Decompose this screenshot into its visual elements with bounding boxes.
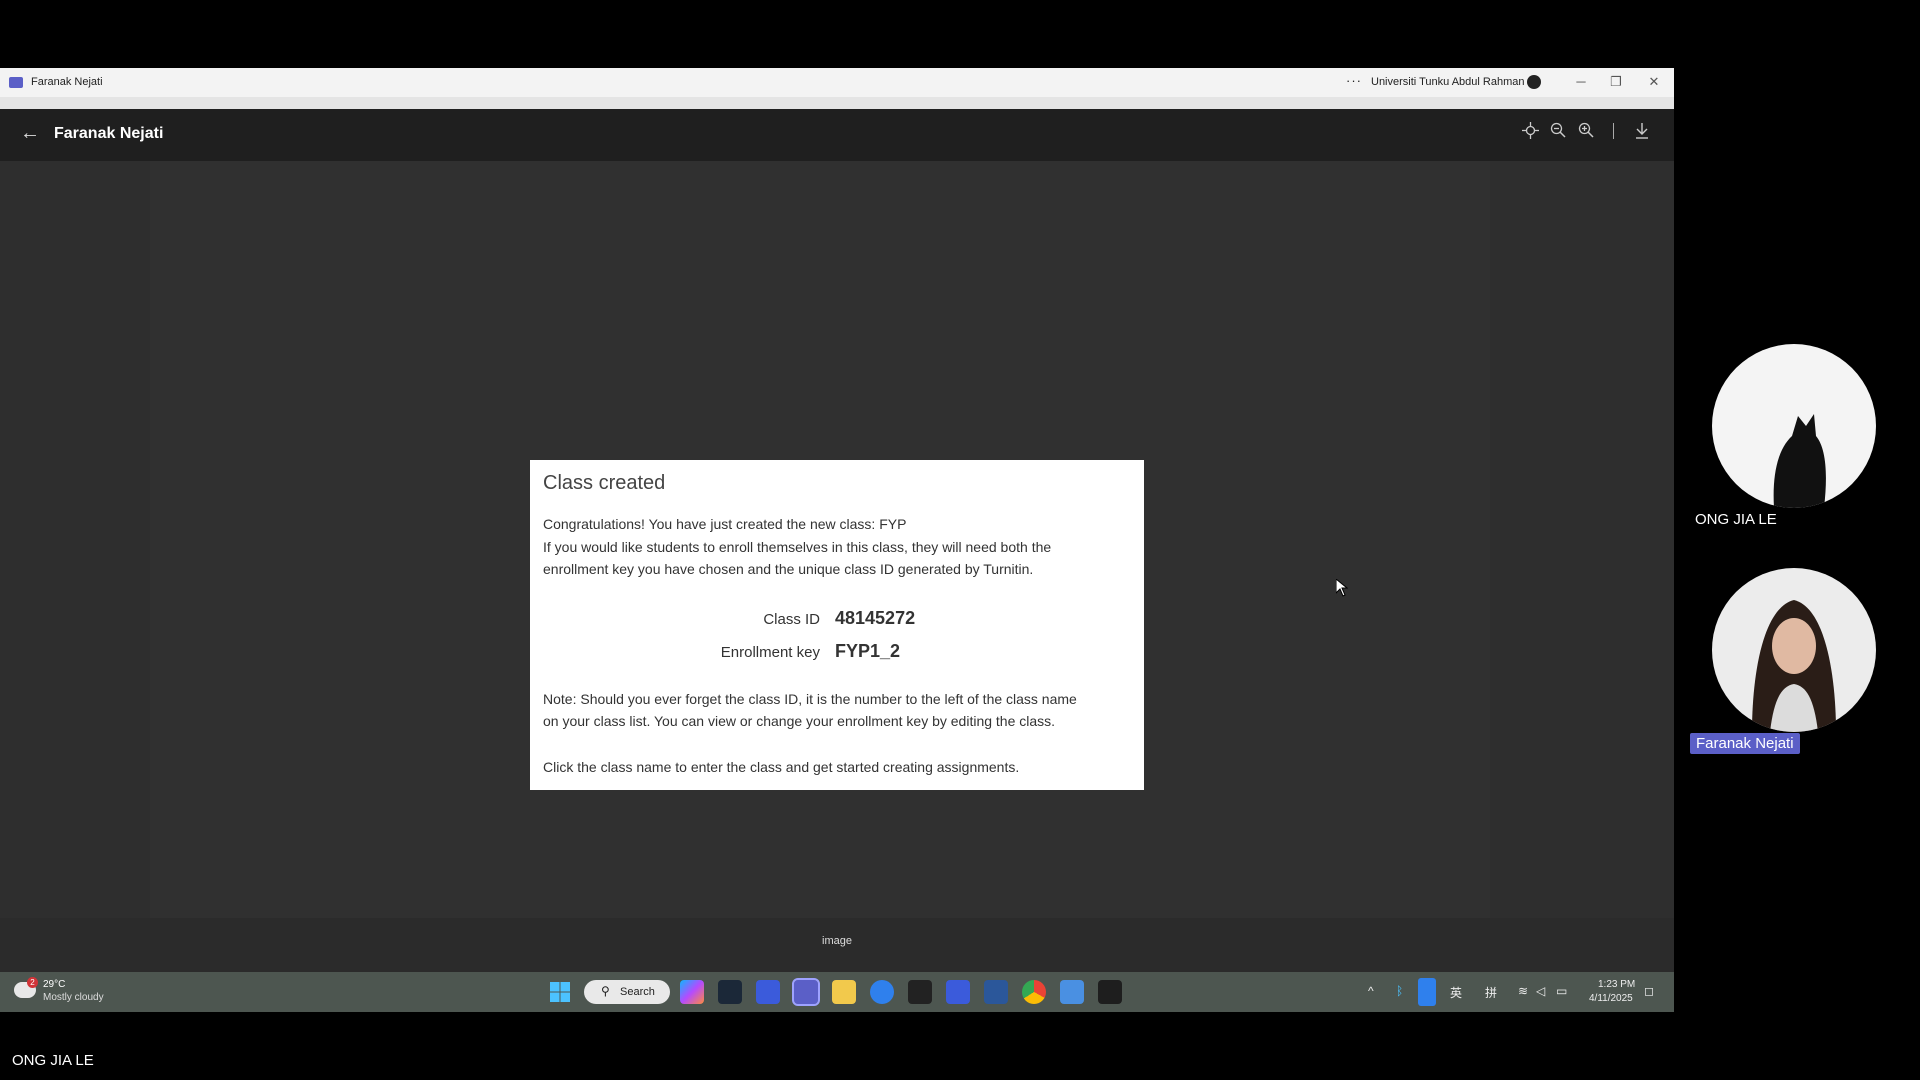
app-store-icon[interactable]	[870, 980, 894, 1004]
game-app-icon[interactable]	[946, 980, 970, 1004]
search-icon: ⚲	[601, 984, 610, 998]
dialog-title: Class created	[543, 472, 666, 494]
note-line-1: Note: Should you ever forget the class I…	[543, 691, 1077, 707]
image-caption: image	[822, 935, 852, 947]
enroll-info-line-2: enrollment key you have chosen and the u…	[543, 561, 1034, 577]
note-line-2: on your class list. You can view or chan…	[543, 713, 1056, 729]
teams-app-icon	[9, 77, 23, 88]
clock-date[interactable]: 4/11/2025	[1589, 993, 1633, 1004]
word-icon[interactable]	[984, 980, 1008, 1004]
congrats-text: Congratulations! You have just created t…	[543, 516, 907, 532]
minimize-button[interactable]: ─	[1567, 72, 1595, 92]
notification-banner	[0, 97, 1674, 109]
chrome-icon[interactable]	[1022, 980, 1046, 1004]
terminal-icon[interactable]	[1098, 980, 1122, 1004]
participant-avatar-faranak-nejati	[1712, 568, 1876, 732]
participant-avatar-ong-jia-le	[1712, 344, 1876, 508]
weather-condition[interactable]: Mostly cloudy	[43, 992, 104, 1003]
shared-screen: Faranak Nejati ··· Universiti Tunku Abdu…	[0, 68, 1674, 1012]
enrollment-key-label: Enrollment key	[720, 644, 820, 661]
close-button[interactable]: ✕	[1640, 72, 1668, 92]
download-icon[interactable]	[1634, 122, 1650, 144]
wifi-icon[interactable]: ≋	[1518, 984, 1528, 998]
taskbar-search[interactable]: ⚲ Search	[584, 980, 670, 1004]
clock-time[interactable]: 1:23 PM	[1598, 979, 1635, 990]
self-view-name: ONG JIA LE	[12, 1052, 94, 1069]
ime-language[interactable]: 英	[1450, 984, 1462, 1001]
volume-icon[interactable]: ◁	[1536, 984, 1545, 998]
participant-name-2: Faranak Nejati	[1690, 733, 1800, 754]
enroll-info-line-1: If you would like students to enroll the…	[543, 539, 1052, 555]
class-created-dialog: Class created Congratulations! You have …	[530, 460, 1144, 790]
call-to-action-text: Click the class name to enter the class …	[543, 759, 1020, 775]
organization-name[interactable]: Universiti Tunku Abdul Rahman	[1371, 76, 1524, 88]
enrollment-key-value: FYP1_2	[835, 641, 901, 661]
participant-name-1: ONG JIA LE	[1695, 511, 1777, 528]
microphone-icon[interactable]	[1418, 978, 1436, 1006]
windows-taskbar: 2 29°C Mostly cloudy ⚲ Search ^ ᛒ 英 拼 ≋ …	[0, 972, 1674, 1012]
recenter-icon[interactable]	[1522, 122, 1539, 144]
ime-mode[interactable]: 拼	[1485, 984, 1497, 1001]
class-id-value: 48145272	[835, 608, 916, 628]
notepad-icon[interactable]	[1060, 980, 1084, 1004]
game-launcher-icon[interactable]	[756, 980, 780, 1004]
copilot-icon[interactable]	[680, 980, 704, 1004]
zoom-out-icon[interactable]	[1550, 122, 1566, 143]
start-windows-icon[interactable]	[548, 980, 572, 1004]
search-label: Search	[620, 986, 655, 998]
toolbar-divider	[1613, 123, 1614, 139]
notification-bell-icon[interactable]: ◻	[1644, 984, 1654, 998]
epic-games-icon[interactable]	[908, 980, 932, 1004]
weather-alert-badge: 2	[27, 977, 38, 988]
teams-taskbar-icon[interactable]	[792, 978, 820, 1006]
window-title: Faranak Nejati	[31, 76, 103, 88]
viewer-title: Faranak Nejati	[54, 125, 164, 142]
battery-icon[interactable]: ▭	[1556, 984, 1567, 998]
more-options-button[interactable]: ···	[1346, 73, 1362, 88]
file-explorer-icon[interactable]	[832, 980, 856, 1004]
bluetooth-icon[interactable]: ᛒ	[1396, 984, 1403, 998]
back-arrow-icon[interactable]: ←	[20, 122, 40, 145]
steam-icon[interactable]	[718, 980, 742, 1004]
weather-temperature[interactable]: 29°C	[43, 979, 65, 990]
class-id-label: Class ID	[763, 611, 820, 628]
image-viewer-toolbar: ← Faranak Nejati	[0, 109, 1674, 161]
zoom-in-icon[interactable]	[1578, 122, 1594, 143]
maximize-button[interactable]: ❐	[1602, 72, 1630, 92]
chevron-up-icon[interactable]: ^	[1368, 984, 1374, 998]
mouse-cursor-icon	[1335, 577, 1349, 602]
account-avatar[interactable]	[1527, 75, 1541, 89]
teams-title-bar: Faranak Nejati ··· Universiti Tunku Abdu…	[0, 68, 1674, 97]
